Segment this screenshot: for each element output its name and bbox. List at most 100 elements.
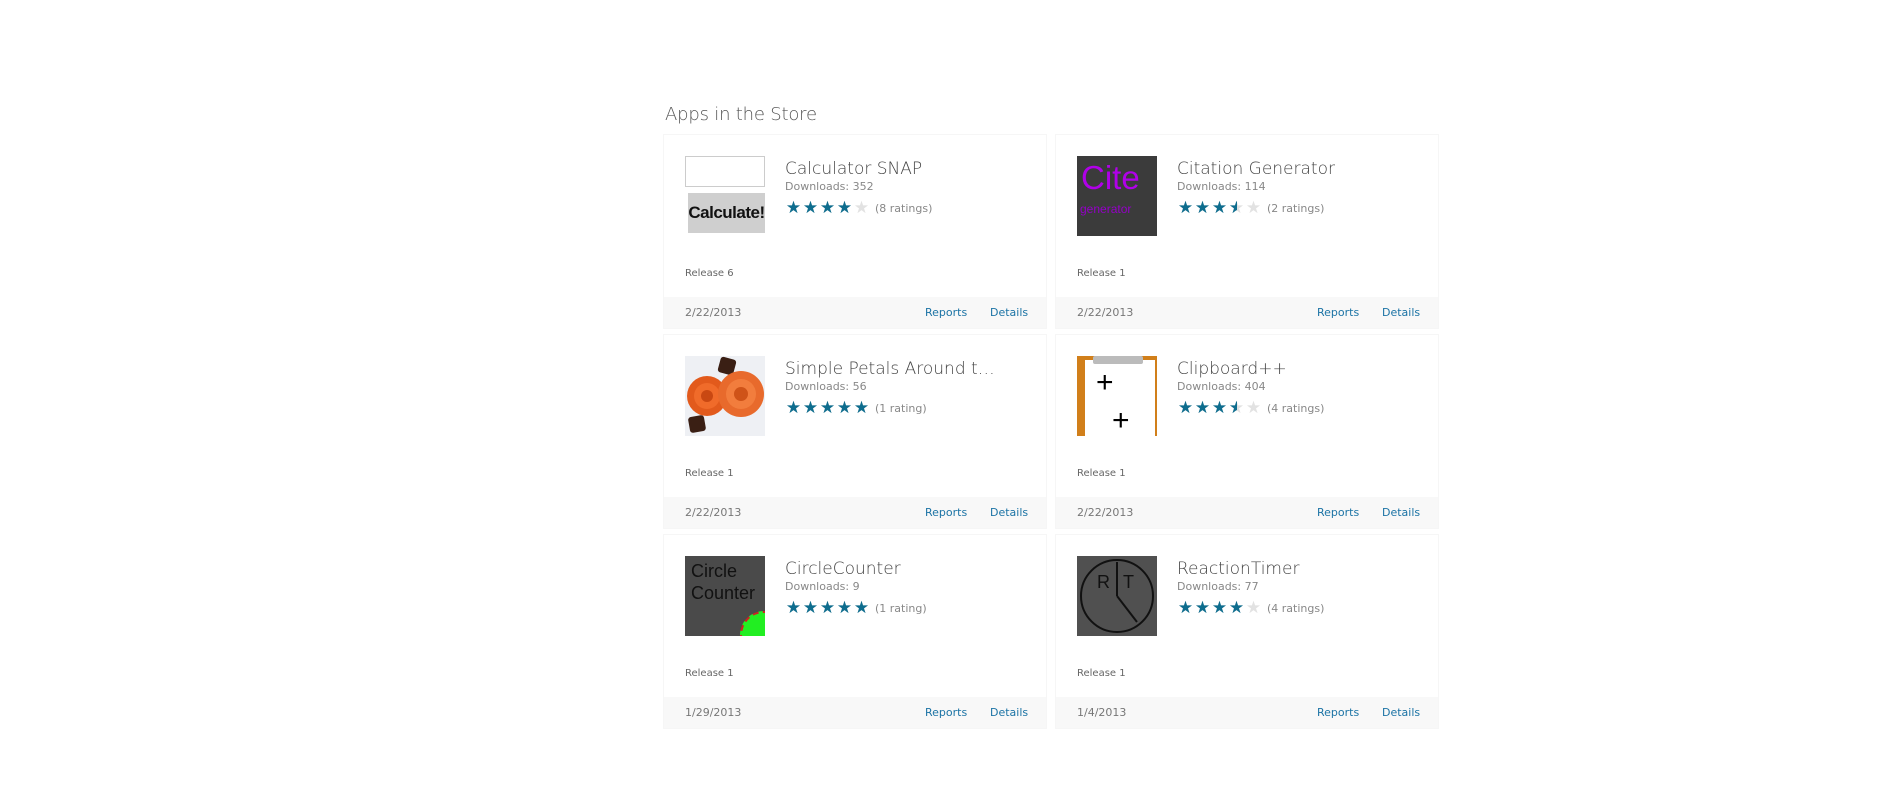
- app-thumbnail[interactable]: Circle Counter: [685, 556, 765, 636]
- publish-date: 2/22/2013: [1077, 306, 1134, 319]
- details-link[interactable]: Details: [1382, 506, 1420, 519]
- app-card-header: R T ReactionTimer Downloads: 77 ★ ★ ★ ★ ★ ★ ★ ★…: [1077, 556, 1426, 636]
- star-icon: ★★: [836, 197, 853, 218]
- app-info: Citation Generator Downloads: 114 ★ ★ ★ ★ ★ ★…: [1177, 156, 1426, 236]
- app-card-footer: 1/29/2013 Reports Details: [664, 697, 1046, 728]
- star-rating: ★★★★★★★★★★: [785, 597, 870, 618]
- app-downloads: Downloads: 77: [1177, 580, 1259, 593]
- star-icon: ★★: [1211, 197, 1228, 218]
- clock-icon: R T: [1077, 556, 1157, 636]
- app-card-reactiontimer: R T ReactionTimer Downloads: 77 ★ ★ ★ ★ ★ ★ ★ ★…: [1056, 535, 1438, 728]
- release-label: Release 1: [1077, 668, 1126, 679]
- app-name[interactable]: Citation Generator: [1177, 159, 1397, 179]
- release-label: Release 1: [1077, 268, 1126, 279]
- app-thumbnail[interactable]: + +: [1077, 356, 1157, 436]
- details-link[interactable]: Details: [990, 506, 1028, 519]
- star-rating: ★★★★★★★★★★: [785, 397, 870, 418]
- star-icon: ★★: [1228, 197, 1245, 218]
- ratings-count: (2 ratings): [1267, 201, 1325, 215]
- app-card-clipboard: + + Clipboard++ Downloads: 404 ★★★★★★★★★…: [1056, 335, 1438, 528]
- clipboard-clip: [1093, 356, 1143, 364]
- star-rating: ★★★★★★★★★★: [1177, 597, 1262, 618]
- app-info: Simple Petals Around the R... Downloads:…: [785, 356, 1034, 436]
- details-link[interactable]: Details: [990, 306, 1028, 319]
- app-info: ReactionTimer Downloads: 77 ★★★★★★★★★★ (…: [1177, 556, 1426, 636]
- green-circle: [740, 611, 765, 636]
- app-card-header: + + Clipboard++ Downloads: 404 ★★★★★★★★★…: [1077, 356, 1426, 436]
- star-icon: ★★: [1211, 397, 1228, 418]
- rating-row: ★★★★★★★★★★ (4 ratings): [1177, 399, 1426, 417]
- thumbnail-text: Cite: [1081, 159, 1140, 196]
- star-icon: ★★: [1245, 197, 1262, 218]
- plus-icon: +: [1096, 366, 1114, 399]
- details-link[interactable]: Details: [990, 706, 1028, 719]
- publish-date: 1/4/2013: [1077, 706, 1127, 719]
- ratings-count: (8 ratings): [875, 201, 933, 215]
- star-icon: ★★: [1194, 197, 1211, 218]
- star-icon: ★★: [802, 397, 819, 418]
- reports-link[interactable]: Reports: [1317, 306, 1359, 319]
- star-icon: ★★: [1245, 597, 1262, 618]
- app-name[interactable]: ReactionTimer: [1177, 559, 1397, 579]
- star-icon: ★★: [1194, 397, 1211, 418]
- reports-link[interactable]: Reports: [1317, 506, 1359, 519]
- star-icon: ★★: [853, 597, 870, 618]
- app-thumbnail[interactable]: [685, 356, 765, 436]
- section-title: Apps in the Store: [665, 104, 817, 125]
- star-icon: ★★: [853, 397, 870, 418]
- app-name[interactable]: Clipboard++: [1177, 359, 1397, 379]
- star-icon: ★★: [1194, 597, 1211, 618]
- star-icon: ★★: [853, 197, 870, 218]
- star-icon: ★★: [836, 597, 853, 618]
- app-thumbnail[interactable]: R T: [1077, 556, 1157, 636]
- calculate-button-graphic: Calculate!: [688, 193, 765, 233]
- star-icon: ★★: [1177, 197, 1194, 218]
- app-info: Calculator SNAP Downloads: 352 ★ ★ ★ ★ ★ ★ ★ ★ ★…: [785, 156, 1034, 236]
- app-card-footer: 2/22/2013 Reports Details: [1056, 497, 1438, 528]
- thumbnail-line-2: Counter: [691, 583, 756, 603]
- rating-row: ★ ★ ★ ★ ★ ★ ★ ★ ★ ★ (1 rating): [785, 399, 1034, 417]
- app-card-footer: 2/22/2013 Reports Details: [664, 497, 1046, 528]
- star-icon: ★★: [1245, 397, 1262, 418]
- apps-grid: Calculate! Calculator SNAP Downloads: 35…: [664, 135, 1444, 728]
- reports-link[interactable]: Reports: [925, 506, 967, 519]
- rating-row: ★ ★ ★ ★ ★ ★ ★ ★ ★ ★ (1 rating): [785, 599, 1034, 617]
- details-link[interactable]: Details: [1382, 706, 1420, 719]
- app-thumbnail[interactable]: Calculate!: [685, 156, 765, 236]
- thumbnail-subtext: generator: [1080, 202, 1132, 216]
- ratings-count: (4 ratings): [1267, 601, 1325, 615]
- ratings-count: (1 rating): [875, 601, 927, 615]
- star-icon: ★★: [1177, 397, 1194, 418]
- app-info: CircleCounter Downloads: 9 ★ ★ ★ ★ ★ ★ ★ ★ ★ ★ (1…: [785, 556, 1034, 636]
- app-downloads: Downloads: 352: [785, 180, 874, 193]
- app-name[interactable]: CircleCounter: [785, 559, 1005, 579]
- reports-link[interactable]: Reports: [925, 706, 967, 719]
- app-card-citation-generator: Cite generator Citation Generator Downlo…: [1056, 135, 1438, 328]
- release-label: Release 1: [1077, 468, 1126, 479]
- rating-row: ★★★★★★★★★★ (4 ratings): [1177, 599, 1426, 617]
- publish-date: 2/22/2013: [1077, 506, 1134, 519]
- reports-link[interactable]: Reports: [1317, 706, 1359, 719]
- app-card-calculator-snap: Calculate! Calculator SNAP Downloads: 35…: [664, 135, 1046, 328]
- details-link[interactable]: Details: [1382, 306, 1420, 319]
- star-icon: ★★: [1177, 597, 1194, 618]
- app-name[interactable]: Calculator SNAP: [785, 159, 1005, 179]
- thumbnail-line-1: Circle: [691, 561, 738, 581]
- app-downloads: Downloads: 56: [785, 380, 867, 393]
- letter-r: R: [1097, 572, 1110, 592]
- app-thumbnail[interactable]: Cite generator: [1077, 156, 1157, 236]
- roses-image: [685, 356, 765, 436]
- app-card-footer: 2/22/2013 Reports Details: [1056, 297, 1438, 328]
- app-downloads: Downloads: 9: [785, 580, 860, 593]
- star-icon: ★★: [1228, 597, 1245, 618]
- star-icon: ★★: [819, 397, 836, 418]
- reports-link[interactable]: Reports: [925, 306, 967, 319]
- app-info: Clipboard++ Downloads: 404 ★★★★★★★★★★ (4…: [1177, 356, 1426, 436]
- thumbnail-text: Circle Counter: [691, 560, 755, 604]
- rating-row: ★★★★★★★★★★ (2 ratings): [1177, 199, 1426, 217]
- release-label: Release 1: [685, 468, 734, 479]
- app-name[interactable]: Simple Petals Around the R...: [785, 359, 1005, 379]
- app-card-circlecounter: Circle Counter CircleCounter Downloads: …: [664, 535, 1046, 728]
- ratings-count: (1 rating): [875, 401, 927, 415]
- star-icon: ★★: [802, 597, 819, 618]
